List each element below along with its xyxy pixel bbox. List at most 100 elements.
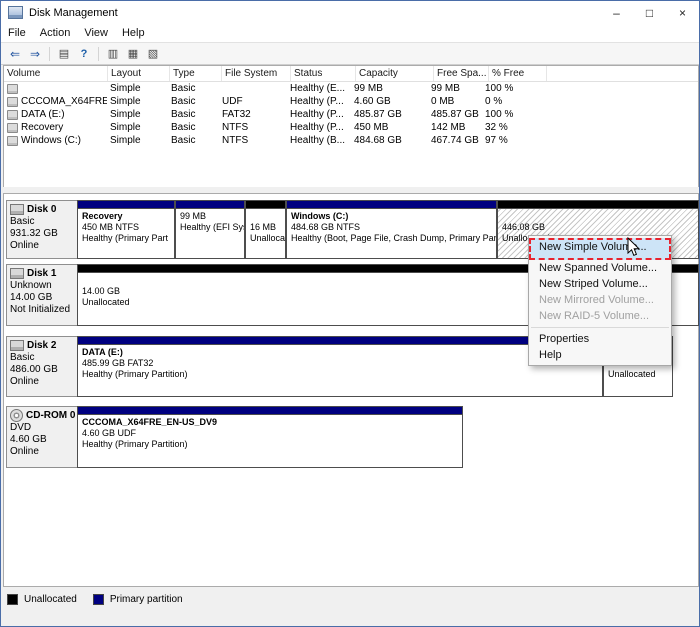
- partition-label: 485.99 GB FAT32: [82, 358, 602, 369]
- legend: Unallocated Primary partition: [7, 594, 183, 605]
- cell-capacity: 99 MB: [351, 82, 428, 95]
- partition-label: Unallocated: [608, 369, 672, 380]
- toolbar-separator: [98, 47, 99, 61]
- partition-cccoma-dvd[interactable]: CCCOMA_X64FRE_EN-US_DV9 4.60 GB UDF Heal…: [77, 406, 463, 468]
- cell-volume: Windows (C:): [21, 135, 81, 146]
- column-header-layout[interactable]: Layout: [108, 66, 170, 81]
- properties-icon[interactable]: ▥: [104, 45, 122, 62]
- back-icon[interactable]: ⇐: [6, 45, 24, 62]
- cell-volume: Recovery: [21, 122, 63, 133]
- cell-pct-free: 32 %: [482, 121, 539, 134]
- column-header-file-system[interactable]: File System: [222, 66, 291, 81]
- toolbar-separator: [49, 47, 50, 61]
- cell-layout: Simple: [107, 95, 168, 108]
- disk0-header[interactable]: Disk 0 Basic 931.32 GB Online: [6, 200, 83, 259]
- cell-pct-free: 100 %: [482, 82, 539, 95]
- volume-icon: [7, 110, 18, 120]
- column-header-capacity[interactable]: Capacity: [356, 66, 434, 81]
- mouse-cursor-icon: [627, 237, 640, 257]
- disk-management-app-icon: [8, 6, 23, 19]
- volume-icon: [7, 123, 18, 133]
- column-header-free-space[interactable]: Free Spa...: [434, 66, 489, 81]
- partition-label: 446.08 GB: [502, 222, 698, 233]
- disk-name: Disk 2: [27, 339, 56, 352]
- cell-status: Healthy (P...: [287, 108, 351, 121]
- disk-list-icon[interactable]: ▦: [124, 45, 142, 62]
- cell-pct-free: 97 %: [482, 134, 539, 147]
- partition-data-e[interactable]: DATA (E:) 485.99 GB FAT32 Healthy (Prima…: [77, 336, 603, 397]
- cell-file-system: UDF: [219, 95, 287, 108]
- partition-label: 99 MB: [180, 211, 244, 222]
- forward-icon[interactable]: ⇒: [26, 45, 44, 62]
- disk1-header[interactable]: Disk 1 Unknown 14.00 GB Not Initialized: [6, 264, 83, 326]
- volume-icon: [7, 97, 18, 107]
- volume-icon: [7, 136, 18, 146]
- volume-row[interactable]: DATA (E:) Simple Basic FAT32 Healthy (P.…: [4, 108, 698, 121]
- maximize-button[interactable]: □: [633, 1, 666, 24]
- disk-type: Basic: [10, 352, 79, 364]
- cell-type: Basic: [168, 134, 219, 147]
- partition-unallocated-16mb[interactable]: 16 MB Unalloca: [245, 200, 286, 259]
- menu-view[interactable]: View: [77, 24, 115, 42]
- disk2-header[interactable]: Disk 2 Basic 486.00 GB Online: [6, 336, 83, 397]
- cell-capacity: 4.60 GB: [351, 95, 428, 108]
- volume-row[interactable]: Windows (C:) Simple Basic NTFS Healthy (…: [4, 134, 698, 147]
- cdrom0-header[interactable]: CD-ROM 0 DVD 4.60 GB Online: [6, 406, 83, 468]
- cell-pct-free: 100 %: [482, 108, 539, 121]
- context-menu: New Simple Volume... New Spanned Volume.…: [528, 235, 672, 366]
- disk-type: Unknown: [10, 280, 79, 292]
- partition-label: Healthy (EFI Sys: [180, 222, 244, 233]
- menu-item-new-simple-volume[interactable]: New Simple Volume...: [529, 238, 671, 260]
- menu-help[interactable]: Help: [115, 24, 152, 42]
- volume-row[interactable]: Simple Basic Healthy (E... 99 MB 99 MB 1…: [4, 82, 698, 95]
- disk-name: CD-ROM 0: [26, 409, 75, 422]
- partition-label: Healthy (Primary Part: [82, 233, 174, 244]
- column-header-volume[interactable]: Volume: [4, 66, 108, 81]
- partition-color-bar: [78, 407, 462, 415]
- close-button[interactable]: ×: [666, 1, 699, 24]
- disk-icon: [10, 204, 24, 215]
- partition-label: Windows (C:): [291, 211, 496, 222]
- window-controls: – □ ×: [600, 1, 699, 24]
- partition-label: CCCOMA_X64FRE_EN-US_DV9: [82, 417, 462, 428]
- cell-type: Basic: [168, 108, 219, 121]
- menu-item-new-striped-volume[interactable]: New Striped Volume...: [529, 276, 671, 292]
- menu-action[interactable]: Action: [33, 24, 78, 42]
- minimize-button[interactable]: –: [600, 1, 633, 24]
- help-icon[interactable]: ?: [75, 45, 93, 62]
- partition-color-bar: [176, 201, 244, 209]
- disk-size: 4.60 GB: [10, 434, 79, 446]
- console-window-icon[interactable]: ▤: [55, 45, 73, 62]
- cell-volume: DATA (E:): [21, 109, 65, 120]
- column-header-type[interactable]: Type: [170, 66, 222, 81]
- menu-item-new-spanned-volume[interactable]: New Spanned Volume...: [529, 260, 671, 276]
- volume-row[interactable]: CCCOMA_X64FRE... Simple Basic UDF Health…: [4, 95, 698, 108]
- unallocated-swatch: [7, 594, 18, 605]
- cell-layout: Simple: [107, 121, 168, 134]
- partition-efi-system[interactable]: 99 MB Healthy (EFI Sys: [175, 200, 245, 259]
- disk-type: DVD: [10, 422, 79, 434]
- cell-file-system: [219, 88, 287, 90]
- cell-capacity: 485.87 GB: [351, 108, 428, 121]
- menu-file[interactable]: File: [1, 24, 33, 42]
- partition-label: Healthy (Primary Partition): [82, 369, 602, 380]
- column-header-pct-free[interactable]: % Free: [489, 66, 547, 81]
- disk-type: Basic: [10, 216, 79, 228]
- menu-item-properties[interactable]: Properties: [529, 331, 671, 347]
- disk-status: Not Initialized: [10, 304, 79, 316]
- refresh-icon[interactable]: ▧: [144, 45, 162, 62]
- partition-recovery[interactable]: Recovery 450 MB NTFS Healthy (Primary Pa…: [77, 200, 175, 259]
- cell-type: Basic: [168, 82, 219, 95]
- menu-bar: File Action View Help: [1, 24, 699, 42]
- menu-item-help[interactable]: Help: [529, 347, 671, 363]
- partition-label: 4.60 GB UDF: [82, 428, 462, 439]
- volume-table-header: Volume Layout Type File System Status Ca…: [4, 66, 698, 82]
- cell-layout: Simple: [107, 108, 168, 121]
- partition-label: DATA (E:): [82, 347, 602, 358]
- column-header-filler: [547, 66, 698, 81]
- volume-row[interactable]: Recovery Simple Basic NTFS Healthy (P...…: [4, 121, 698, 134]
- menu-separator: [531, 327, 669, 328]
- cell-free-space: 0 MB: [428, 95, 482, 108]
- column-header-status[interactable]: Status: [291, 66, 356, 81]
- partition-windows-c[interactable]: Windows (C:) 484.68 GB NTFS Healthy (Boo…: [286, 200, 497, 259]
